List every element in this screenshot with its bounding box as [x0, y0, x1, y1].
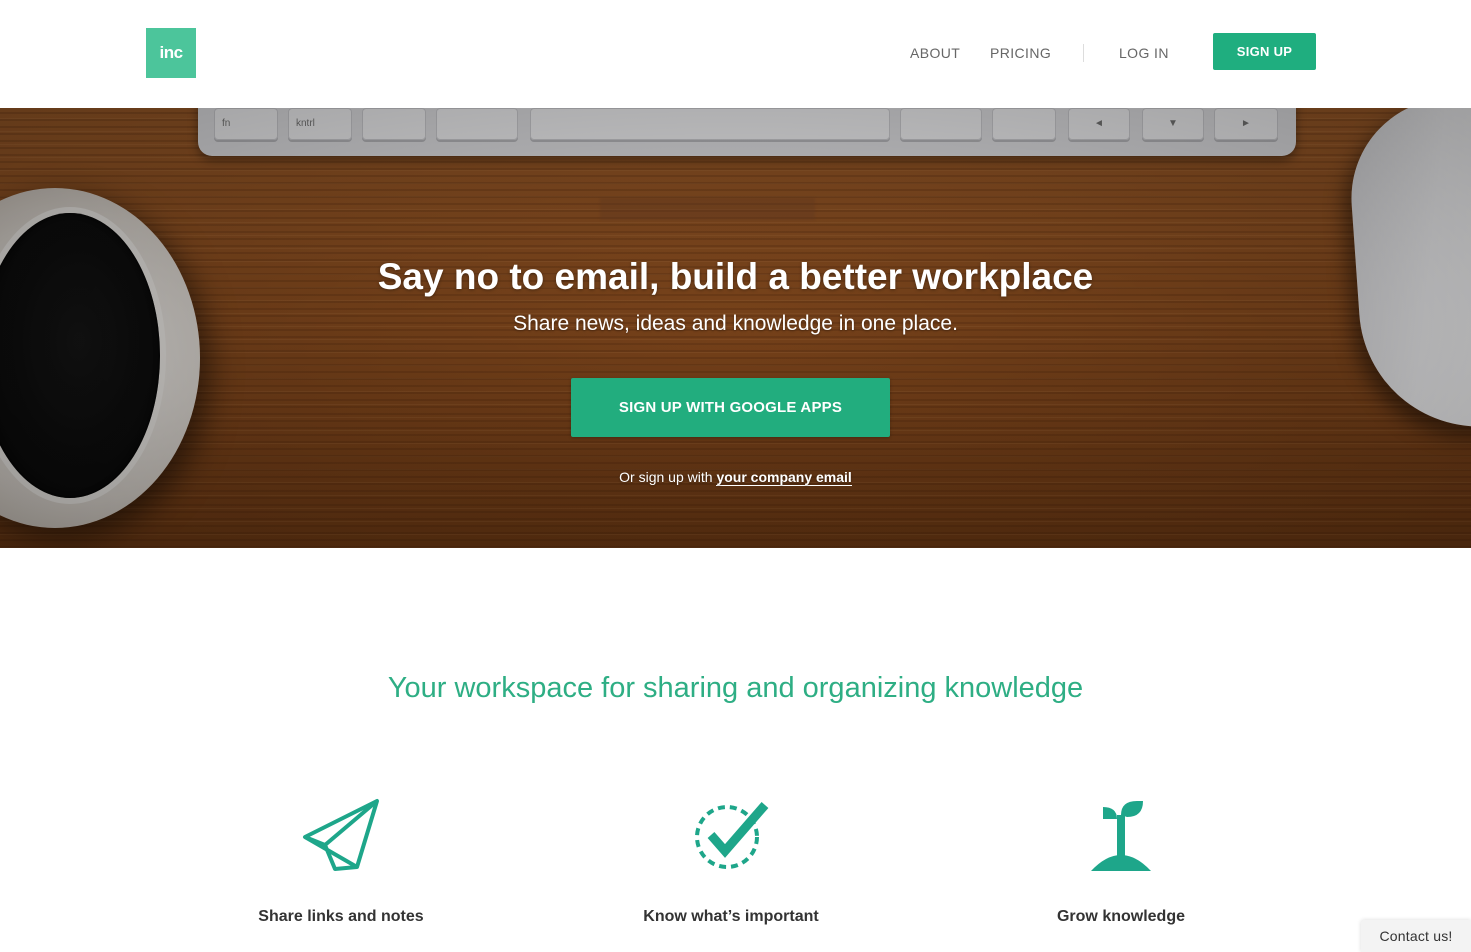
feature-label: Grow knowledge: [1056, 908, 1185, 925]
feature-share: Share links and notes: [191, 790, 491, 926]
signup-button[interactable]: SIGN UP: [1213, 33, 1316, 70]
alt-signup-text: Or sign up with your company email: [0, 469, 1471, 486]
nav-about-link[interactable]: ABOUT: [910, 45, 960, 61]
hero-subtitle: Share news, ideas and knowledge in one p…: [513, 312, 958, 335]
alt-signup-prefix: Or sign up with: [619, 469, 717, 485]
sprout-icon: [971, 790, 1271, 880]
hero-section: fn kntrl ◄ ▼ ► Say no to email, build a …: [0, 108, 1471, 548]
logo[interactable]: inc: [146, 28, 196, 78]
contact-us-button[interactable]: Contact us!: [1361, 920, 1471, 952]
site-header: inc ABOUT PRICING LOG IN SIGN UP: [0, 0, 1471, 108]
feature-grow: Grow knowledge: [971, 790, 1271, 926]
nav-divider: [1083, 44, 1084, 62]
feature-important: Know what’s important: [581, 790, 881, 926]
feature-label: Know what’s important: [643, 908, 819, 925]
company-email-link[interactable]: your company email: [716, 469, 852, 486]
hero-title: Say no to email, build a better workplac…: [377, 256, 1094, 297]
paper-plane-icon: [191, 790, 491, 880]
feature-label: Share links and notes: [258, 908, 424, 925]
nav-login-link[interactable]: LOG IN: [1119, 45, 1169, 61]
nav-pricing-link[interactable]: PRICING: [990, 45, 1051, 61]
check-circle-icon: [581, 790, 881, 880]
features-tagline: Your workspace for sharing and organizin…: [387, 672, 1084, 704]
google-signup-button[interactable]: SIGN UP WITH GOOGLE APPS: [571, 378, 890, 437]
